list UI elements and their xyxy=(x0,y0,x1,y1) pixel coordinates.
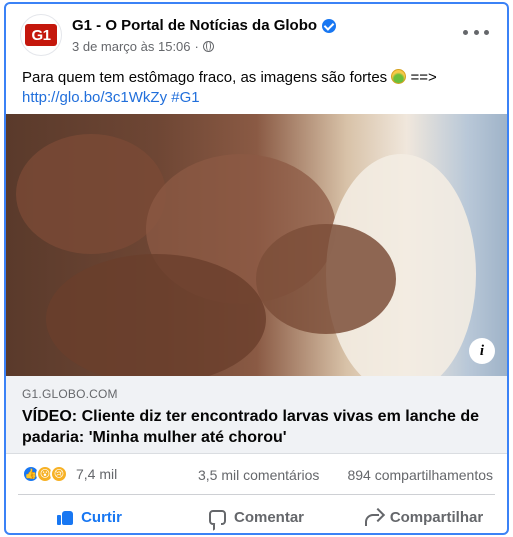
nauseated-face-emoji-icon xyxy=(391,69,407,84)
post-header: G1 G1 - O Portal de Notícias da Globo 3 … xyxy=(6,4,507,64)
food-shape xyxy=(16,134,166,254)
post-text: Para quem tem estômago fraco, as imagens… xyxy=(22,68,502,108)
post-links: http://glo.bo/3c1WkZy #G1 xyxy=(22,88,502,108)
divider xyxy=(18,494,495,495)
like-thumb-icon xyxy=(57,509,74,525)
page-avatar[interactable]: G1 xyxy=(20,14,62,56)
page-name-link[interactable]: G1 - O Portal de Notícias da Globo xyxy=(72,17,337,34)
meta-separator: · xyxy=(194,39,199,54)
dot xyxy=(463,29,468,35)
share-label: Compartilhar xyxy=(389,508,484,526)
preview-domain: G1.GLOBO.COM xyxy=(22,387,118,401)
engagement-stats: 👍 😮 😢 7,4 mil 3,5 mil comentários 894 co… xyxy=(6,454,507,494)
shares-count[interactable]: 894 compartilhamentos xyxy=(347,467,493,483)
post-image[interactable]: i xyxy=(6,114,507,376)
post-text-line: Para quem tem estômago fraco, as imagens… xyxy=(22,68,502,88)
hashtag-link[interactable]: #G1 xyxy=(171,89,199,106)
preview-headline[interactable]: VÍDEO: Cliente diz ter encontrado larvas… xyxy=(22,406,492,448)
reactions-summary[interactable]: 👍 😮 😢 7,4 mil xyxy=(22,465,117,483)
dot xyxy=(484,29,489,35)
dot xyxy=(473,29,479,35)
comment-button[interactable]: Comentar xyxy=(173,498,340,533)
link-preview[interactable]: G1.GLOBO.COM VÍDEO: Cliente diz ter enco… xyxy=(6,376,507,454)
post-caption: Para quem tem estômago fraco, as imagens… xyxy=(22,69,388,86)
share-icon xyxy=(364,509,382,526)
like-button[interactable]: Curtir xyxy=(6,498,173,533)
sad-reaction-icon: 😢 xyxy=(50,465,68,483)
food-shape xyxy=(256,224,396,334)
post-card: G1 G1 - O Portal de Notícias da Globo 3 … xyxy=(4,2,509,535)
comment-label: Comentar xyxy=(233,508,304,526)
post-url-link[interactable]: http://glo.bo/3c1WkZy xyxy=(22,89,167,106)
action-bar: Curtir Comentar Compartilhar xyxy=(6,498,507,533)
globe-icon[interactable] xyxy=(202,41,214,52)
post-meta: 3 de março às 15:06 · xyxy=(72,39,214,54)
more-options-icon[interactable] xyxy=(463,22,489,42)
post-timestamp[interactable]: 3 de março às 15:06 xyxy=(72,39,191,54)
g1-logo: G1 xyxy=(25,24,57,46)
share-button[interactable]: Compartilhar xyxy=(340,498,507,533)
reactions-count[interactable]: 7,4 mil xyxy=(76,466,117,482)
verified-badge-icon xyxy=(322,18,337,33)
page-name[interactable]: G1 - O Portal de Notícias da Globo xyxy=(72,17,317,34)
like-label: Curtir xyxy=(81,508,122,526)
comments-count[interactable]: 3,5 mil comentários xyxy=(198,467,319,483)
post-arrow: ==> xyxy=(410,69,437,86)
food-shape xyxy=(46,254,266,376)
info-icon[interactable]: i xyxy=(469,338,495,364)
comment-icon xyxy=(208,509,226,525)
